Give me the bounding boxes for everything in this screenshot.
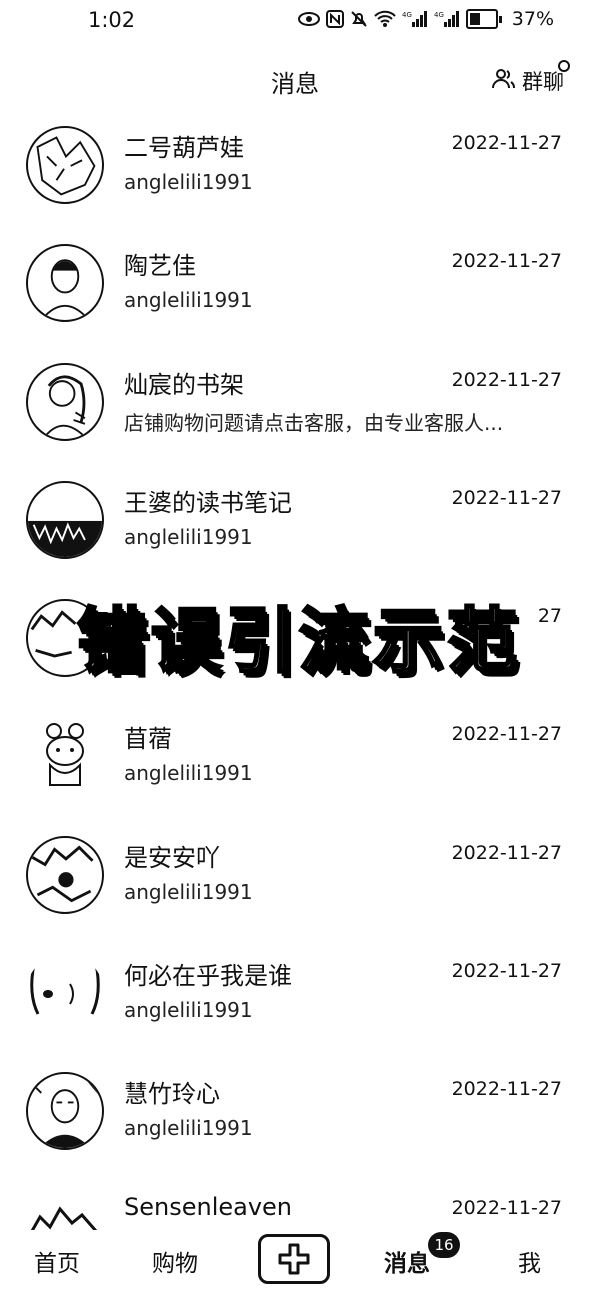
avatar	[26, 954, 104, 1033]
header: 消息 群聊	[0, 56, 590, 108]
conversation-preview: anglelili1991	[124, 288, 253, 313]
signal-4g-icon: 4G	[402, 10, 428, 28]
tab-me[interactable]: 我	[518, 1244, 541, 1278]
conversation-name: 灿宸的书架	[124, 370, 244, 399]
signal-4g-icon: 4G	[434, 10, 460, 28]
conversation-date: 2022-11-27	[451, 723, 562, 746]
tab-shop[interactable]: 购物	[152, 1244, 198, 1278]
conversation-date: 2022-11-27	[451, 960, 562, 983]
conversation-preview: anglelili1991	[124, 761, 253, 786]
avatar	[26, 244, 104, 323]
conversation-row[interactable]: 何必在乎我是谁 2022-11-27 anglelili1991	[0, 938, 590, 1056]
conversation-name: 何必在乎我是谁	[124, 962, 292, 991]
conversation-date: 2022-11-27	[451, 368, 562, 391]
conversation-name: 王婆的读书笔记	[124, 488, 292, 517]
conversation-row[interactable]: 陶艺佳 2022-11-27 anglelili1991	[0, 228, 590, 346]
battery-icon	[465, 9, 502, 29]
unread-badge: 16	[428, 1232, 460, 1258]
nfc-icon	[325, 10, 344, 28]
conversation-row[interactable]: 王婆的读书笔记 2022-11-27 anglelili1991	[0, 465, 590, 583]
conversation-date: 2022-11-27	[451, 250, 562, 273]
eye-icon	[297, 11, 320, 27]
conversation-date: 2022-11-27	[451, 1196, 562, 1219]
conversation-date: 2022-11-27	[451, 841, 562, 864]
battery-percent: 37%	[511, 8, 554, 30]
conversation-list: 二号葫芦娃 2022-11-27 anglelili1991 陶艺佳 2022-…	[0, 110, 590, 1293]
group-chat-label: 群聊	[522, 70, 564, 94]
conversation-name: 苜蓿	[124, 725, 172, 754]
avatar	[26, 835, 104, 914]
wifi-icon	[374, 10, 396, 28]
notification-dot	[558, 60, 570, 72]
tab-home[interactable]: 首页	[34, 1244, 80, 1278]
conversation-row[interactable]: 灿宸的书架 2022-11-27 店铺购物问题请点击客服，由专业客服人...	[0, 347, 590, 465]
conversation-preview: anglelili1991	[124, 1116, 253, 1141]
conversation-preview: anglelili1991	[124, 524, 253, 549]
avatar	[26, 126, 104, 204]
svg-text:4G: 4G	[402, 11, 412, 19]
conversation-row[interactable]: 是安安吖 2022-11-27 anglelili1991	[0, 820, 590, 938]
status-time: 1:02	[88, 8, 136, 32]
plus-icon	[278, 1243, 310, 1275]
status-bar: 1:02 4G 4G 37%	[0, 0, 590, 44]
conversation-name: 二号葫芦娃	[124, 134, 244, 162]
conversation-preview: anglelili1991	[124, 170, 253, 194]
create-button[interactable]	[258, 1234, 330, 1284]
svg-text:4G: 4G	[434, 11, 444, 19]
overlay-banner: 错误引流示范	[76, 598, 521, 683]
tab-messages[interactable]: 消息	[384, 1244, 430, 1278]
conversation-preview: 店铺购物问题请点击客服，由专业客服人...	[124, 410, 504, 435]
conversation-date: 2022-11-27	[451, 1078, 562, 1101]
conversation-row[interactable]: 慧竹玲心 2022-11-27 anglelili1991	[0, 1056, 590, 1174]
mute-icon	[350, 10, 368, 28]
conversation-name: 慧竹玲心	[124, 1080, 220, 1109]
group-chat-button[interactable]: 群聊	[492, 60, 570, 96]
status-icons: 4G 4G 37%	[297, 8, 554, 30]
conversation-date: 2022-11-27	[451, 132, 562, 154]
conversation-date: 2022-11-27	[451, 486, 562, 509]
conversation-name: Sensenleaven	[124, 1192, 293, 1221]
avatar	[26, 717, 104, 796]
conversation-row[interactable]: 苜蓿 2022-11-27 anglelili1991	[0, 701, 590, 819]
conversation-preview: anglelili1991	[124, 879, 253, 904]
avatar	[26, 362, 104, 441]
bottom-tab-bar: 首页 购物 消息 16 我	[0, 1230, 590, 1284]
conversation-row[interactable]: 二号葫芦娃 2022-11-27 anglelili1991	[0, 110, 590, 228]
conversation-name: 是安安吖	[124, 843, 220, 872]
conversation-preview: anglelili1991	[124, 998, 253, 1023]
avatar	[26, 1072, 104, 1151]
people-icon	[492, 68, 516, 95]
avatar	[26, 480, 104, 559]
conversation-name: 陶艺佳	[124, 252, 196, 281]
